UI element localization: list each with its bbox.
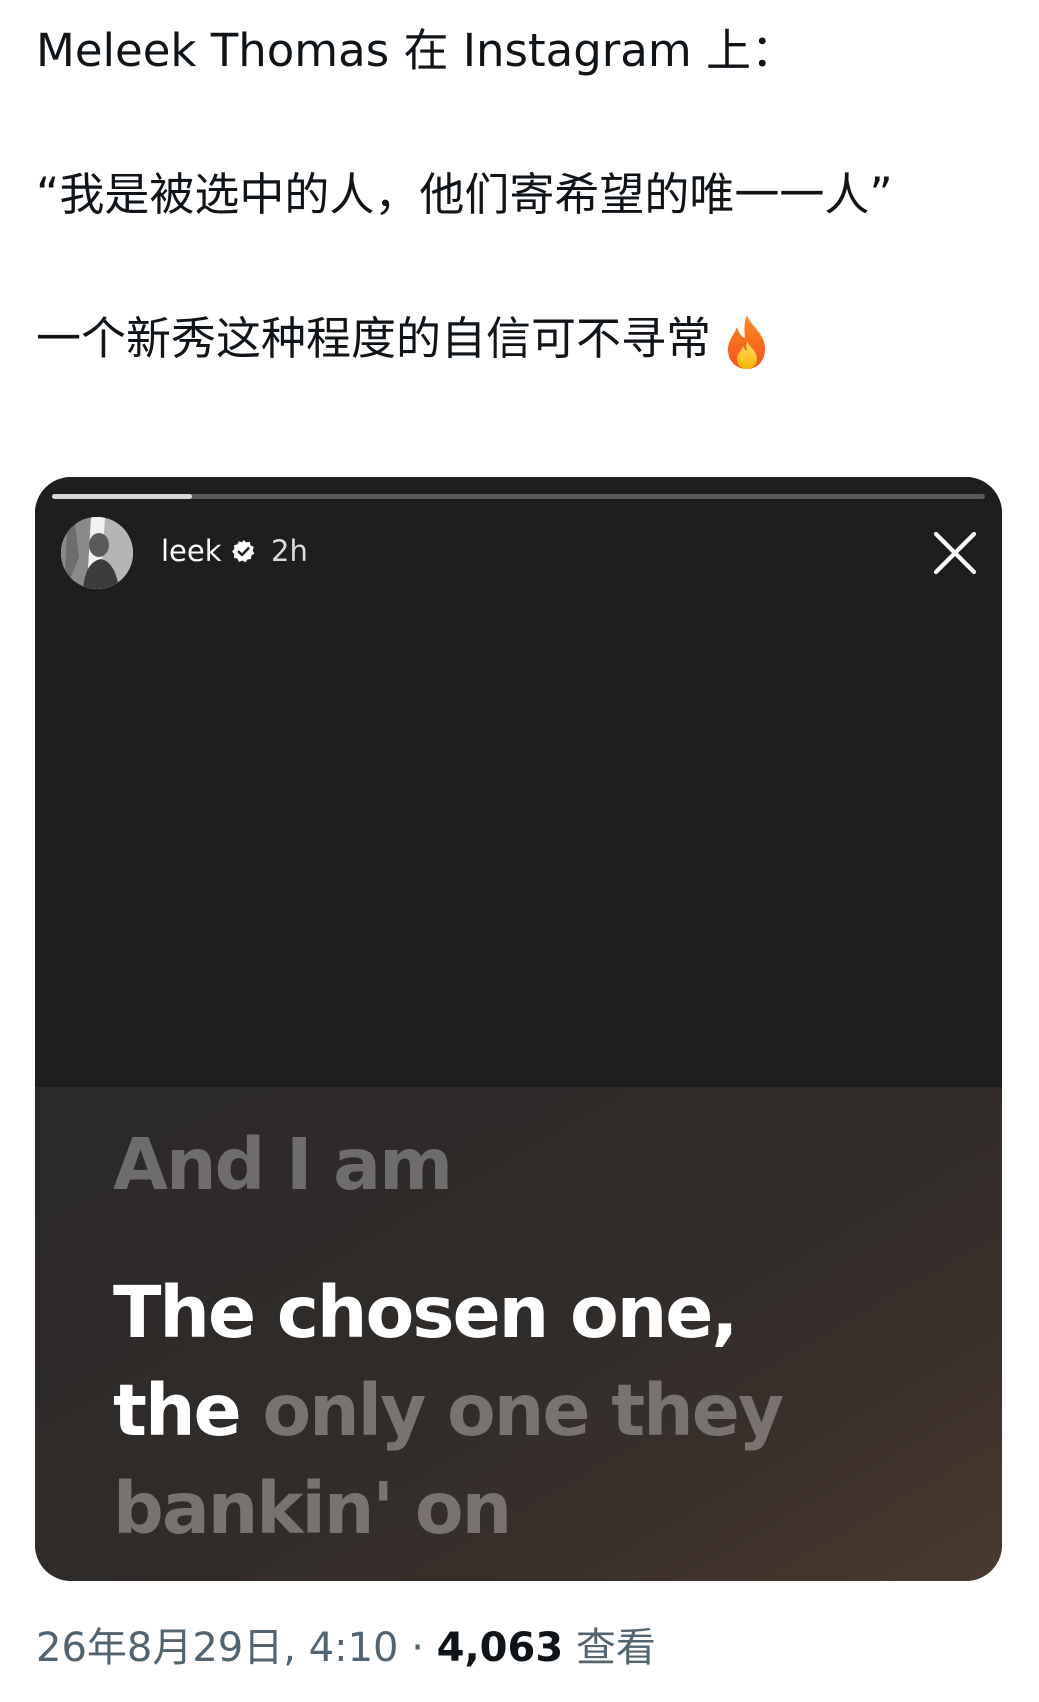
tweet-meta: 26年8月29日, 4:10 · 4,063 查看 [36, 1623, 656, 1673]
tweet-line-3-text: 一个新秀这种程度的自信可不寻常 [36, 312, 712, 365]
views-count[interactable]: 4,063 [437, 1625, 564, 1671]
story-timestamp: 2h [271, 534, 308, 568]
tweet-text: Meleek Thomas 在 Instagram 上： “我是被选中的人，他们… [36, 22, 996, 371]
close-icon[interactable] [930, 528, 980, 578]
story-progress-bar [52, 494, 985, 499]
lyric-line-1: And I am [113, 1123, 453, 1206]
story-card[interactable]: leek 2h And I am The chosen one, the onl… [35, 477, 1002, 1581]
lyric-line-3-bright: the [113, 1369, 242, 1452]
tweet-line-3: 一个新秀这种程度的自信可不寻常 [36, 310, 996, 371]
lyric-line-2: The chosen one, [113, 1271, 738, 1354]
meta-separator: · [411, 1625, 424, 1671]
verified-badge-icon [231, 539, 256, 564]
tweet-quote: “我是被选中的人，他们寄希望的唯一一人” [36, 168, 893, 221]
story-progress-fill [52, 494, 192, 499]
lyric-line-3-dim: only one they [262, 1369, 784, 1452]
tweet-line-1: Meleek Thomas 在 Instagram 上： [36, 24, 796, 77]
tweet-date[interactable]: 26年8月29日, 4:10 [36, 1625, 399, 1671]
avatar[interactable] [61, 517, 133, 589]
views-label[interactable]: 查看 [576, 1625, 656, 1671]
lyric-line-3: the only one they [113, 1363, 784, 1459]
story-username[interactable]: leek [161, 533, 222, 569]
fire-icon [721, 313, 773, 371]
lyric-line-4: bankin' on [113, 1467, 512, 1550]
